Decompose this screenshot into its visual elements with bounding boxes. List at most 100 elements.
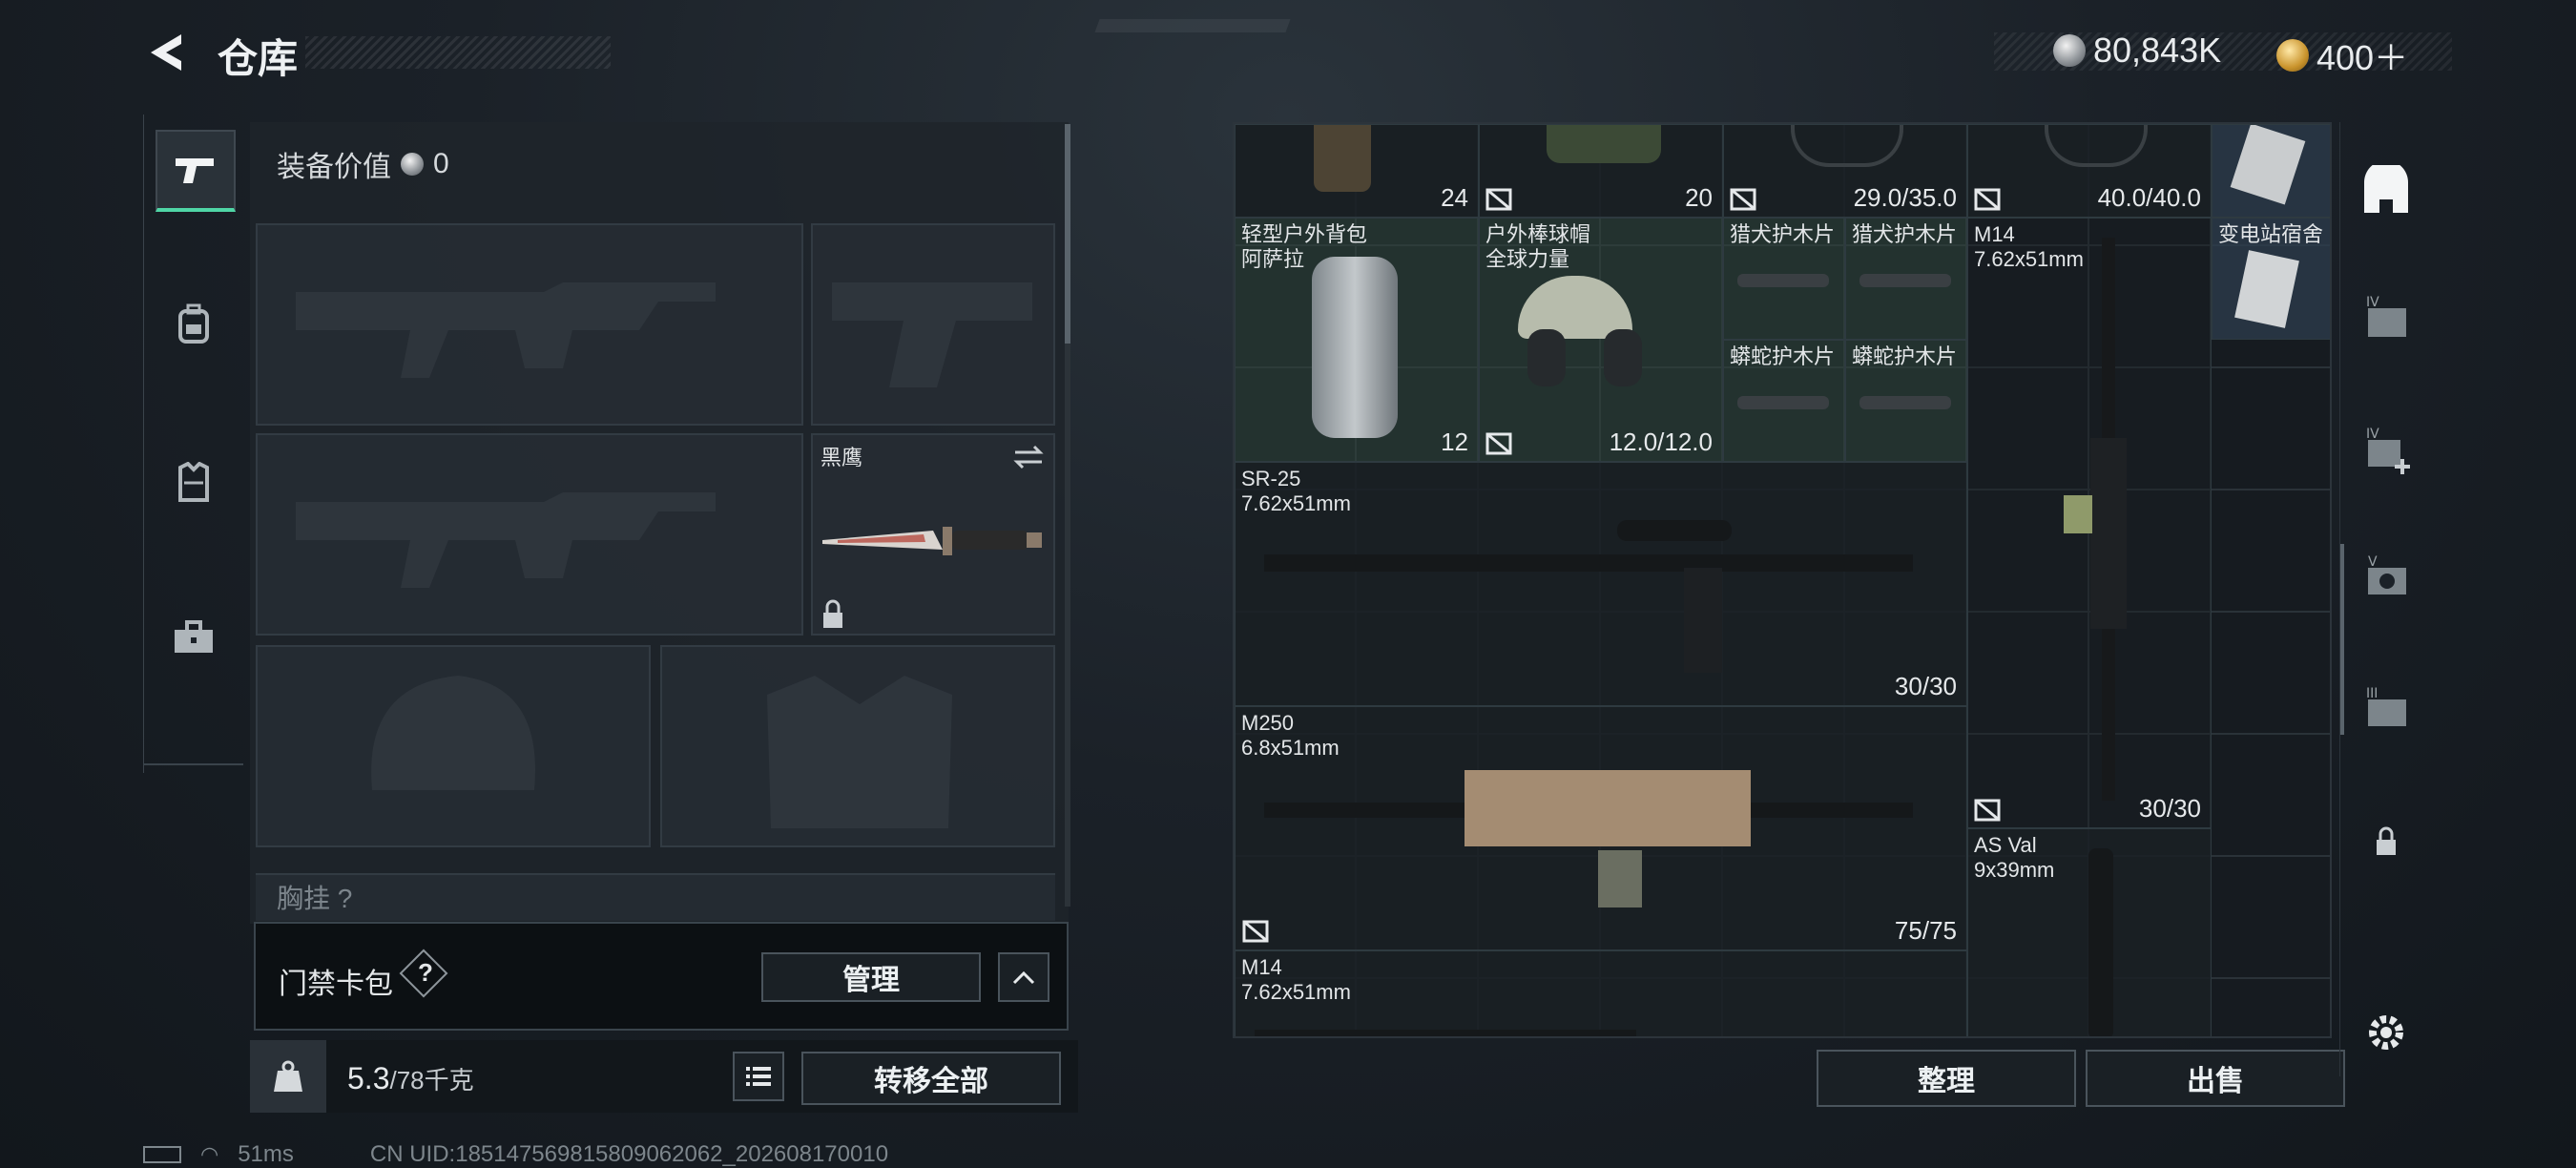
item-image: [1314, 125, 1371, 192]
item-name: 猎犬护木片: [1852, 222, 1958, 246]
item-name: M14 7.62x51mm: [1974, 222, 2084, 271]
vest-icon: [178, 462, 209, 502]
stash-tab-iii[interactable]: III: [2358, 681, 2415, 739]
gold-amount: 400＋: [2316, 38, 2409, 77]
equipment-category-nav: [143, 115, 243, 773]
rifle-silhouette-icon: [296, 282, 716, 378]
equipment-scrollbar[interactable]: [1065, 124, 1070, 907]
scrollbar-thumb[interactable]: [1065, 124, 1070, 344]
stash-item-cap[interactable]: 户外棒球帽 全球力量 12.0/12.0: [1479, 218, 1723, 462]
ping-value: 51ms: [238, 1141, 294, 1167]
armor-slot[interactable]: [660, 645, 1055, 847]
stash-item-asval[interactable]: AS Val 9x39mm: [1967, 828, 2212, 1036]
swap-icon[interactable]: [1011, 443, 1046, 471]
melee-slot[interactable]: 黑鹰: [811, 433, 1055, 636]
stash-item-partial[interactable]: 40.0/40.0: [1967, 124, 2212, 218]
rifle-silhouette-icon: [296, 492, 716, 588]
item-name: M250 6.8x51mm: [1241, 711, 1340, 760]
stash-item-m250[interactable]: M250 6.8x51mm 75/75: [1235, 706, 1967, 950]
stash-item-m14[interactable]: M14 7.62x51mm: [1235, 950, 1967, 1036]
nav-weapons[interactable]: [156, 130, 236, 212]
item-image: [1737, 274, 1829, 287]
back-button[interactable]: [143, 29, 191, 76]
stash-tab-iv[interactable]: IV: [2358, 290, 2415, 347]
item-name: 变电站宿舍: [2218, 222, 2324, 246]
stash-item-sr25[interactable]: SR-25 7.62x51mm 30/30: [1235, 462, 1967, 706]
helmet-silhouette-icon: [371, 676, 535, 790]
sidearm-slot[interactable]: [811, 223, 1055, 426]
stash-item-key[interactable]: 变电站宿舍: [2212, 218, 2330, 340]
item-image: [1737, 396, 1829, 409]
stash-tab-v[interactable]: V: [2358, 550, 2415, 607]
pistol-silhouette-icon: [832, 282, 1032, 387]
no-insurance-icon: [1485, 432, 1512, 455]
weight-readout: 5.3/78千克: [347, 1061, 474, 1096]
silver-currency[interactable]: 80,843K: [2053, 31, 2221, 71]
stash-tab-main[interactable]: [2358, 162, 2415, 219]
stash-item-handguard[interactable]: 蟒蛇护木片: [1845, 340, 1967, 462]
secondary-weapon-slot[interactable]: [256, 433, 803, 636]
item-image: [2045, 125, 2148, 167]
lock-icon: [2377, 826, 2396, 855]
item-image: [1312, 257, 1398, 438]
card-pack-label: 门禁卡包: [279, 969, 393, 1000]
nav-vest[interactable]: [156, 445, 232, 521]
item-image: [1859, 396, 1951, 409]
transfer-all-button[interactable]: 转移全部: [801, 1052, 1061, 1105]
gold-currency[interactable]: 400＋: [2276, 31, 2408, 80]
help-icon[interactable]: ?: [418, 958, 433, 988]
weight-max: /78千克: [389, 1066, 474, 1095]
stash-item-partial[interactable]: 20: [1479, 124, 1723, 218]
stash-tab-locked[interactable]: [2358, 813, 2415, 870]
safe-icon: [2364, 165, 2408, 213]
ammo-count: 75/75: [1894, 916, 1957, 945]
weight-current: 5.3: [347, 1061, 390, 1095]
helmet-slot[interactable]: [256, 645, 651, 847]
scope-image: [1617, 520, 1732, 541]
item-name: SR-25 7.62x51mm: [1241, 467, 1351, 515]
title-decoration: [305, 36, 611, 69]
stash-item-m14[interactable]: M14 7.62x51mm 30/30: [1967, 218, 2212, 828]
weight-bar: 5.3/78千克 转移全部: [250, 1040, 1078, 1113]
magazine-image: [1684, 568, 1722, 673]
tier-iii-icon: III: [2366, 686, 2406, 726]
stash-item-backpack[interactable]: 轻型户外背包 阿萨拉 12: [1235, 218, 1479, 462]
capacity-count: 20: [1685, 183, 1713, 212]
durability-count: 40.0/40.0: [2097, 183, 2201, 212]
silver-amount: 80,843K: [2093, 31, 2222, 70]
item-image: [1264, 554, 1913, 572]
nav-backpack[interactable]: [156, 286, 232, 363]
stash-item-handguard[interactable]: 猎犬护木片: [1845, 218, 1967, 340]
item-name: 蟒蛇护木片: [1730, 344, 1836, 368]
primary-weapon-slot[interactable]: [256, 223, 803, 426]
headset-image: [1527, 329, 1566, 386]
nav-toolbox[interactable]: [156, 599, 232, 676]
sort-button[interactable]: 整理: [1817, 1050, 2076, 1107]
stash-tab-iv-add[interactable]: IV: [2358, 422, 2415, 479]
no-insurance-icon: [1485, 188, 1512, 211]
stash-item-partial[interactable]: [2212, 124, 2330, 218]
list-icon: [746, 1067, 771, 1086]
svg-text:IV: IV: [2366, 295, 2379, 310]
list-view-button[interactable]: [733, 1052, 784, 1101]
stash-item-handguard[interactable]: 蟒蛇护木片: [1723, 340, 1845, 462]
stash-item-partial[interactable]: 29.0/35.0: [1723, 124, 1967, 218]
settings-button[interactable]: [2358, 1004, 2415, 1061]
chest-rig-slot[interactable]: 胸挂 ?: [256, 873, 1055, 921]
item-name: 蟒蛇护木片: [1852, 344, 1958, 368]
collapse-button[interactable]: [998, 952, 1049, 1002]
toolbox-icon: [175, 620, 213, 653]
svg-text:V: V: [2368, 554, 2378, 570]
headset-image: [1604, 329, 1642, 386]
magazine-image: [2064, 495, 2092, 533]
sell-button[interactable]: 出售: [2086, 1050, 2345, 1107]
back-arrow-icon: [151, 34, 181, 71]
battery-icon: [143, 1146, 181, 1163]
manage-button[interactable]: 管理: [761, 952, 981, 1002]
silver-coin-icon: [2053, 34, 2086, 67]
stash-item-handguard[interactable]: 猎犬护木片: [1723, 218, 1845, 340]
knife-image: [822, 527, 1042, 555]
stash-item-partial[interactable]: 24: [1235, 124, 1479, 218]
item-name: 户外棒球帽 全球力量: [1485, 222, 1591, 271]
weight-icon-box: [250, 1040, 326, 1113]
